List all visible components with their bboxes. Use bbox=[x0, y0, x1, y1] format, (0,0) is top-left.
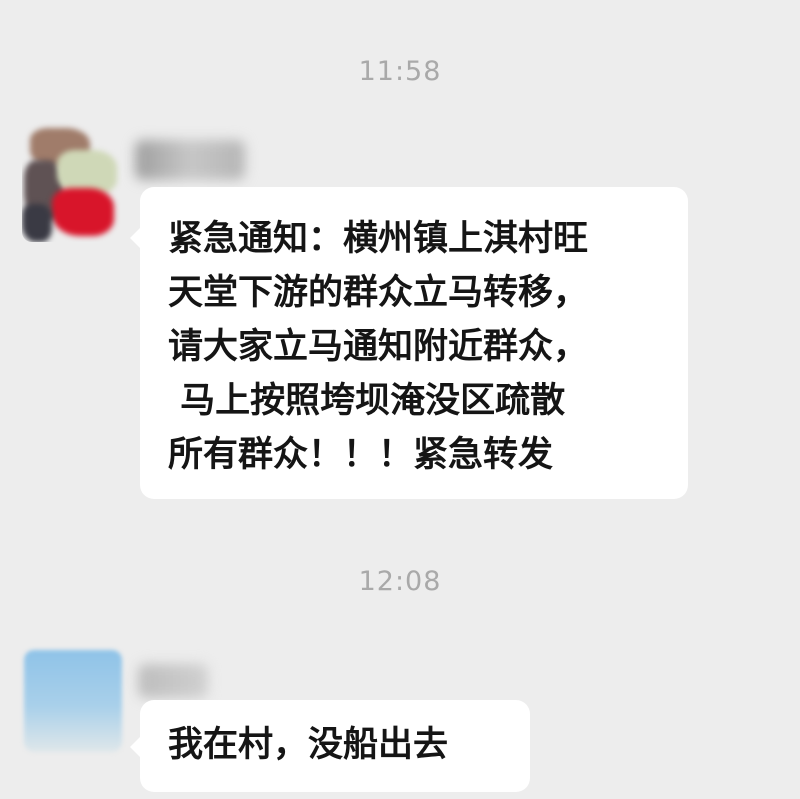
message-timestamp: 11:58 bbox=[358, 56, 442, 87]
message-bubble[interactable]: 紧急通知：横州镇上淇村旺 天堂下游的群众立马转移， 请大家立马通知附近群众， 马… bbox=[130, 187, 688, 499]
message-text-line: 天堂下游的群众立马转移， bbox=[168, 273, 589, 313]
message-text-line: 请大家立马通知附近群众， bbox=[168, 327, 589, 367]
avatar-blur-part bbox=[22, 204, 52, 242]
message-text-line: 我在村，没船出去 bbox=[168, 725, 449, 765]
message-text-line: 所有群众！！！紧急转发 bbox=[168, 435, 554, 475]
message-timestamp: 12:08 bbox=[358, 566, 442, 597]
message-bubble[interactable]: 我在村，没船出去 bbox=[130, 700, 530, 792]
message-text-line: 马上按照垮坝淹没区疏散 bbox=[168, 381, 566, 421]
sender-name-blurred bbox=[135, 140, 245, 180]
sender-avatar[interactable] bbox=[22, 120, 122, 242]
sender-avatar[interactable] bbox=[24, 650, 122, 752]
sender-name-blurred bbox=[138, 664, 208, 698]
message-text-line: 紧急通知：横州镇上淇村旺 bbox=[168, 219, 589, 259]
avatar-blur-part bbox=[52, 188, 114, 236]
